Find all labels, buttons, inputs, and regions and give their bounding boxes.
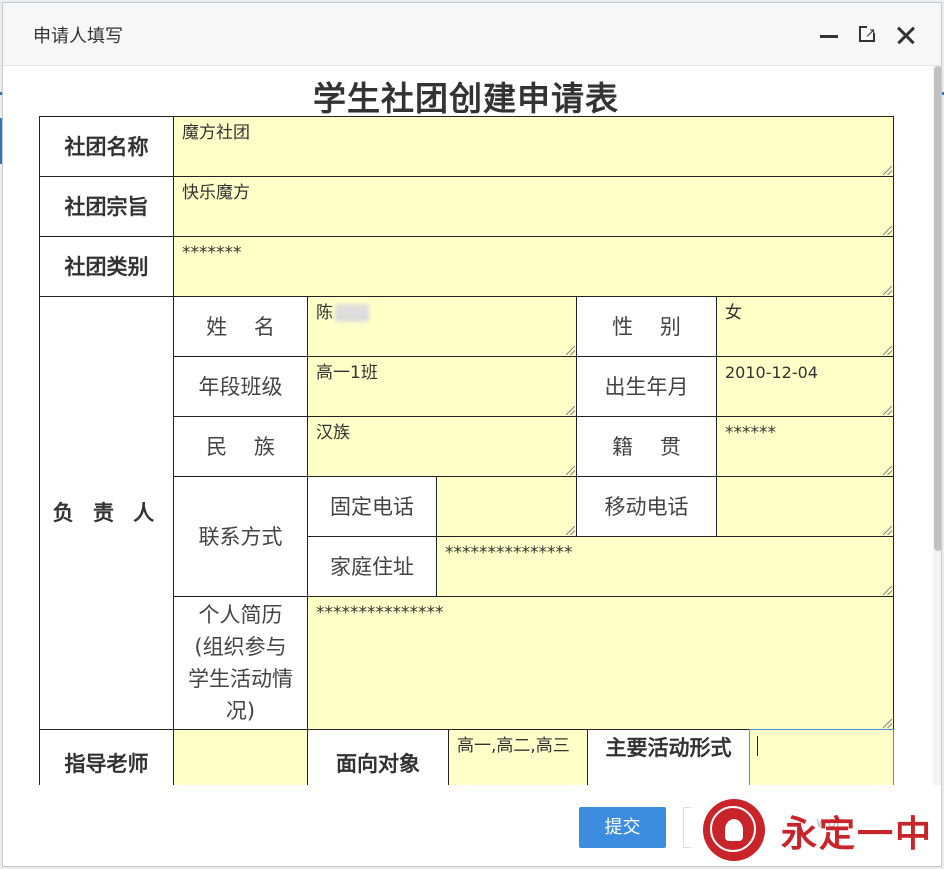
scrollbar-thumb[interactable] [934, 66, 941, 551]
grade-class-label: 年段班级 [173, 356, 308, 417]
resize-grip-icon[interactable] [883, 466, 892, 475]
club-category-label: 社团类别 [39, 236, 174, 297]
club-name-value: 魔方社团 [182, 123, 250, 143]
resume-field[interactable]: *************** [307, 596, 894, 730]
school-watermark: wor 永定一中 [691, 795, 941, 863]
advisor-field[interactable] [173, 729, 308, 785]
native-place-value: ****** [725, 423, 776, 443]
application-dialog: 申请人填写 ↗ 学生社团创建申请表 社团名称 魔方社团 社团宗旨 快乐魔方 社团… [2, 2, 942, 867]
grade-class-field[interactable]: 高一1班 [307, 356, 577, 417]
text-cursor [757, 736, 758, 756]
vertical-scrollbar[interactable] [933, 66, 941, 785]
contact-label: 联系方式 [173, 476, 308, 597]
audience-field[interactable]: 高一,高二,高三 [448, 729, 588, 785]
landline-label: 固定电话 [307, 476, 437, 537]
club-name-label: 社团名称 [39, 116, 174, 177]
resume-label: 个人简历(组织参与学生活动情况) [173, 596, 308, 730]
gender-value: 女 [725, 303, 742, 323]
dialog-footer: 提交 wor 永定一中 [3, 785, 941, 866]
school-logo-icon [703, 799, 765, 861]
resize-grip-icon[interactable] [883, 406, 892, 415]
resize-grip-icon[interactable] [883, 166, 892, 175]
club-name-field[interactable]: 魔方社团 [173, 116, 894, 177]
resize-grip-icon[interactable] [566, 406, 575, 415]
audience-value: 高一,高二,高三 [457, 736, 570, 756]
club-category-field[interactable]: ******* [173, 236, 894, 297]
watermark-text: 永定一中 [781, 813, 934, 855]
activity-form-label: 主要活动形式 [587, 729, 750, 785]
close-icon[interactable] [894, 23, 918, 47]
mobile-label: 移动电话 [576, 476, 717, 537]
dialog-content: 学生社团创建申请表 社团名称 魔方社团 社团宗旨 快乐魔方 社团类别 *****… [3, 66, 941, 785]
name-field[interactable]: 陈 [307, 296, 577, 357]
club-purpose-label: 社团宗旨 [39, 176, 174, 237]
advisor-label: 指导老师 [39, 729, 174, 785]
birth-value: 2010-12-04 [725, 363, 818, 382]
landline-field[interactable] [436, 476, 577, 537]
resize-grip-icon[interactable] [566, 466, 575, 475]
resize-grip-icon[interactable] [566, 346, 575, 355]
name-value: 陈 [316, 303, 333, 323]
name-label: 姓 名 [173, 296, 308, 357]
form-title: 学生社团创建申请表 [313, 79, 619, 118]
dialog-titlebar: 申请人填写 ↗ [3, 3, 941, 66]
leader-label: 负 责 人 [39, 296, 174, 730]
resize-grip-icon[interactable] [883, 226, 892, 235]
activity-form-field[interactable] [749, 729, 894, 785]
native-place-label: 籍 贯 [576, 416, 717, 477]
resize-grip-icon[interactable] [883, 719, 892, 728]
address-label: 家庭住址 [307, 536, 437, 597]
audience-label: 面向对象 [307, 729, 449, 785]
resume-value: *************** [316, 603, 444, 623]
birth-label: 出生年月 [576, 356, 717, 417]
resize-grip-icon[interactable] [883, 586, 892, 595]
resize-grip-icon[interactable] [883, 526, 892, 535]
club-purpose-value: 快乐魔方 [182, 183, 250, 203]
submit-button[interactable]: 提交 [579, 807, 666, 848]
gender-field[interactable]: 女 [716, 296, 894, 357]
maximize-icon[interactable]: ↗ [856, 23, 880, 47]
grade-class-value: 高一1班 [316, 363, 378, 383]
resize-grip-icon[interactable] [566, 526, 575, 535]
club-purpose-field[interactable]: 快乐魔方 [173, 176, 894, 237]
gender-label: 性 别 [576, 296, 717, 357]
ethnicity-label: 民 族 [173, 416, 308, 477]
address-field[interactable]: *************** [436, 536, 894, 597]
resize-grip-icon[interactable] [883, 346, 892, 355]
redacted-name [335, 304, 369, 322]
minimize-icon[interactable] [818, 23, 842, 47]
birth-field[interactable]: 2010-12-04 [716, 356, 894, 417]
resize-grip-icon[interactable] [883, 286, 892, 295]
native-place-field[interactable]: ****** [716, 416, 894, 477]
ethnicity-field[interactable]: 汉族 [307, 416, 577, 477]
ethnicity-value: 汉族 [316, 423, 350, 443]
mobile-field[interactable] [716, 476, 894, 537]
address-value: *************** [445, 543, 573, 563]
dialog-title: 申请人填写 [33, 26, 123, 47]
club-category-value: ******* [182, 243, 242, 263]
